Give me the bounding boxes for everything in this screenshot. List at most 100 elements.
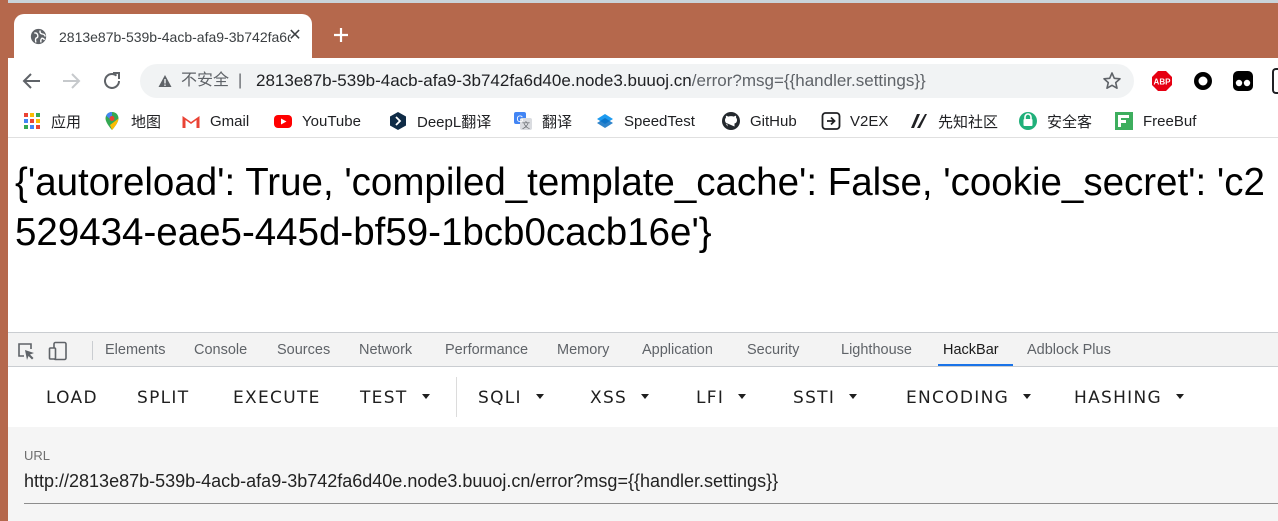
device-toolbar-icon[interactable] [48,341,68,361]
tab-adblock-plus[interactable]: Adblock Plus [1027,342,1111,358]
youtube-icon [274,115,292,128]
bookmark-deepl[interactable]: DeepL翻译 [388,110,491,132]
response-body-text: {'autoreload': True, 'compiled_template_… [15,161,1265,254]
sqli-menu-button[interactable]: SQLI [478,388,544,408]
svg-text:文: 文 [522,120,530,130]
tab-title: 2813e87b-539b-4acb-afa9-3b742fa6d40e.nod… [59,29,291,45]
lfi-menu-button[interactable]: LFI [696,388,747,408]
warning-icon[interactable] [158,74,172,88]
encoding-menu-button[interactable]: ENCODING [906,388,1032,408]
hackbar-divider [456,377,457,417]
bookmark-github[interactable]: GitHub [721,110,797,132]
tab-memory[interactable]: Memory [557,342,609,358]
bookmark-translate[interactable]: G 文 翻译 [513,110,572,132]
tab-security[interactable]: Security [747,342,799,358]
reload-icon[interactable] [100,69,124,93]
ssti-menu-button[interactable]: SSTI [793,388,858,408]
record-icon[interactable] [1192,70,1214,92]
url-field-underline [24,503,1278,504]
bookmark-label: V2EX [850,112,889,130]
close-tab-icon[interactable]: ✕ [286,26,304,46]
bookmark-label: 先知社区 [938,113,999,131]
gmail-icon [182,115,200,128]
tab-elements[interactable]: Elements [105,342,165,358]
tab-performance[interactable]: Performance [445,342,528,358]
apps-grid-icon [24,113,40,129]
freebuf-icon [1115,112,1133,130]
browser-toolbar: 不安全 | 2813e87b-539b-4acb-afa9-3b742fa6d4… [8,58,1278,104]
window-top-border [0,0,1278,3]
split-button[interactable]: SPLIT [137,388,189,408]
tab-sources[interactable]: Sources [277,342,330,358]
security-status[interactable]: 不安全 [181,72,229,90]
devtools-divider [92,341,93,360]
address-bar[interactable]: 不安全 | 2813e87b-539b-4acb-afa9-3b742fa6d4… [140,64,1134,98]
bookmark-freebuf[interactable]: FreeBuf [1114,110,1196,132]
xss-button-label: XSS [590,388,628,408]
active-tab-indicator [938,364,1013,366]
bookmark-v2ex[interactable]: V2EX [821,110,888,132]
tab-hackbar[interactable]: HackBar [943,342,999,358]
bookmark-apps[interactable]: 应用 [22,110,81,132]
bookmark-label: DeepL翻译 [417,113,492,131]
test-button-label: TEST [360,388,408,408]
caret-down-icon [849,393,858,399]
sqli-button-label: SQLI [478,388,522,408]
page-content: {'autoreload': True, 'compiled_template_… [8,138,1278,332]
deepl-icon [390,112,406,130]
caret-down-icon [421,393,430,399]
tab-lighthouse[interactable]: Lighthouse [841,342,912,358]
url-field-value[interactable]: http://2813e87b-539b-4acb-afa9-3b742fa6d… [24,471,778,492]
inspect-element-icon[interactable] [16,341,36,361]
bookmark-xianzhi[interactable]: 先知社区 [909,110,998,132]
hashing-button-label: HASHING [1074,388,1162,408]
hackbar-toolbar: LOAD SPLIT EXECUTE TEST SQLI XSS LFI SST… [8,367,1278,427]
caret-down-icon [738,393,747,399]
tampermonkey-icon[interactable] [1232,70,1254,92]
bookmark-label: 地图 [131,113,162,131]
adblock-plus-icon[interactable]: ABP [1151,70,1173,92]
translate-icon: G 文 [514,112,532,130]
back-arrow-icon[interactable] [20,69,44,93]
forward-arrow-icon[interactable] [59,69,83,93]
devtools-tab-bar: Elements Console Sources Network Perform… [8,332,1278,367]
bookmark-label: 翻译 [542,113,573,131]
bookmark-star-icon[interactable] [1102,71,1122,91]
url-path: /error?msg={{handler.settings}} [691,71,926,90]
toolbar-overflow-edge [1272,68,1278,94]
url-text[interactable]: 2813e87b-539b-4acb-afa9-3b742fa6d40e.nod… [256,72,926,90]
load-button[interactable]: LOAD [46,388,98,408]
xss-menu-button[interactable]: XSS [590,388,650,408]
omnibox-separator: | [238,72,243,89]
bookmark-anquanke[interactable]: 安全客 [1018,110,1092,132]
bookmark-maps[interactable]: 地图 [102,110,161,132]
xianzhi-icon [911,114,927,128]
bookmark-label: GitHub [750,112,797,130]
hashing-menu-button[interactable]: HASHING [1074,388,1184,408]
bookmark-label: Gmail [210,112,250,130]
tab-console[interactable]: Console [194,342,247,358]
bookmark-label: FreeBuf [1143,112,1197,130]
caret-down-icon [1176,393,1184,399]
window-left-border [0,0,8,521]
bookmark-gmail[interactable]: Gmail [181,110,249,132]
bookmark-label: SpeedTest [624,112,695,130]
bookmark-speedtest[interactable]: SpeedTest [595,110,695,132]
bookmark-label: 应用 [51,113,82,131]
load-button-label: LOAD [46,388,98,408]
maps-pin-icon [105,112,119,130]
plus-icon[interactable] [330,24,352,46]
bookmark-label: 安全客 [1047,113,1093,131]
test-menu-button[interactable]: TEST [360,388,430,408]
tab-application[interactable]: Application [642,342,713,358]
caret-down-icon [1023,393,1032,399]
hackbar-url-field[interactable]: URL http://2813e87b-539b-4acb-afa9-3b742… [8,427,1278,521]
bookmark-youtube[interactable]: YouTube [273,110,361,132]
tab-network[interactable]: Network [359,342,412,358]
browser-tab-active[interactable]: 2813e87b-539b-4acb-afa9-3b742fa6d40e.nod… [14,14,312,58]
execute-button[interactable]: EXECUTE [233,388,321,408]
caret-down-icon [535,393,544,399]
globe-icon [30,28,47,45]
execute-button-label: EXECUTE [233,388,321,408]
caret-down-icon [641,393,650,399]
